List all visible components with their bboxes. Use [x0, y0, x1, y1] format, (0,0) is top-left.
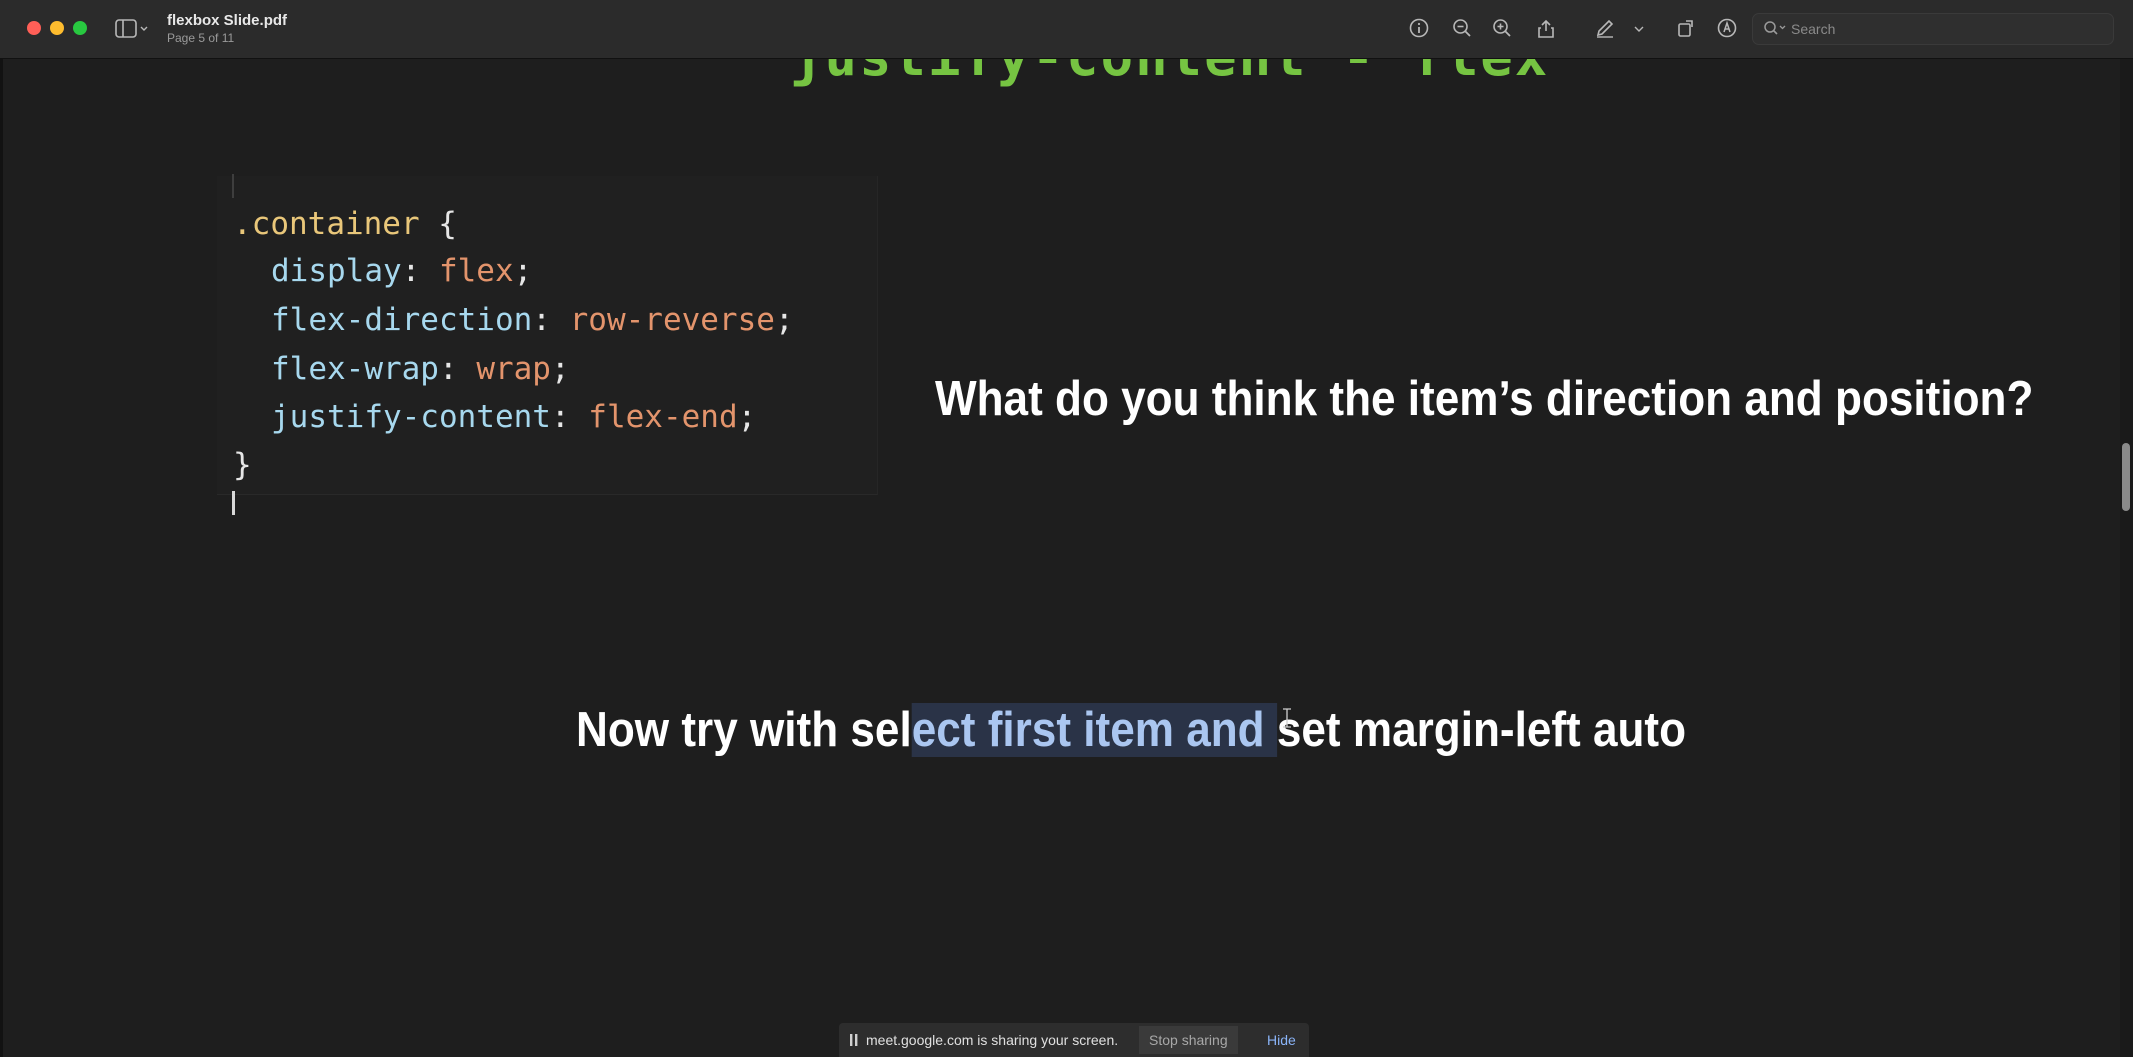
text-caret	[232, 491, 235, 515]
title-bar: flexbox Slide.pdf Page 5 of 11	[0, 0, 2133, 59]
sidebar-icon[interactable]	[115, 18, 151, 40]
vertical-scrollbar[interactable]	[2120, 59, 2133, 1057]
code-property: flex-direction	[271, 302, 533, 338]
code-value: row-reverse	[569, 302, 775, 338]
window-left-edge	[0, 59, 3, 1057]
share-icon[interactable]	[1534, 16, 1558, 40]
code-property: display	[271, 253, 402, 289]
screen-sharing-bar: meet.google.com is sharing your screen. …	[839, 1023, 1309, 1057]
chevron-down-icon[interactable]	[1632, 16, 1646, 40]
zoom-in-icon[interactable]	[1490, 16, 1514, 40]
slide-question: What do you think the item’s direction a…	[935, 372, 2034, 426]
page-indicator: Page 5 of 11	[167, 31, 235, 45]
i-beam-cursor-icon	[1281, 708, 1293, 728]
code-line-selector: .container {	[233, 206, 457, 242]
minimize-window-button[interactable]	[50, 21, 64, 35]
code-value: wrap	[476, 351, 551, 387]
code-property: justify-content	[271, 399, 551, 435]
code-line-flex-wrap: flex-wrap: wrap;	[271, 351, 570, 387]
pause-icon	[849, 1033, 859, 1047]
sharing-message: meet.google.com is sharing your screen.	[866, 1032, 1119, 1048]
instruction-text-before: Now try with sel	[576, 703, 912, 757]
scrollbar-thumb[interactable]	[2122, 443, 2130, 511]
code-open-brace: {	[419, 206, 457, 242]
code-block-border	[232, 174, 234, 198]
slide-title: justify-content - flex	[790, 59, 1547, 88]
annotate-icon[interactable]	[1715, 16, 1739, 40]
code-line-justify-content: justify-content: flex-end;	[271, 399, 757, 435]
zoom-out-icon[interactable]	[1450, 16, 1474, 40]
code-line-display: display: flex;	[271, 253, 533, 289]
code-close-brace: }	[233, 447, 252, 483]
code-property: flex-wrap	[271, 351, 439, 387]
instruction-text-after: set margin-left auto	[1276, 703, 1687, 757]
code-value: flex	[438, 253, 514, 289]
search-input[interactable]	[1789, 17, 2103, 41]
hide-button[interactable]: Hide	[1259, 1026, 1304, 1054]
document-title: flexbox Slide.pdf	[167, 12, 288, 29]
search-field[interactable]	[1752, 13, 2114, 45]
fullscreen-window-button[interactable]	[73, 21, 87, 35]
stop-sharing-button[interactable]: Stop sharing	[1139, 1026, 1238, 1054]
code-value: flex-end	[588, 399, 738, 435]
close-window-button[interactable]	[27, 21, 41, 35]
code-selector: .container	[233, 206, 420, 242]
text-selection[interactable]: ect first item and	[911, 703, 1277, 757]
info-icon[interactable]	[1407, 16, 1431, 40]
code-line-flex-direction: flex-direction: row-reverse;	[271, 302, 794, 338]
search-icon	[1763, 20, 1787, 38]
slide-instruction: Now try with select first item and set m…	[576, 702, 1686, 758]
markup-pen-icon[interactable]	[1593, 16, 1617, 40]
rotate-icon[interactable]	[1674, 16, 1698, 40]
document-view: justify-content - flex .container { disp…	[0, 59, 2120, 1057]
